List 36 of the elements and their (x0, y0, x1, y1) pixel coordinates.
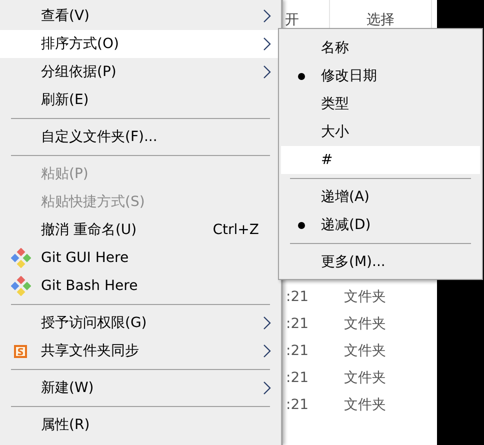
menu-item[interactable]: 新建(W) (0, 374, 281, 402)
menu-item[interactable]: 查看(V) (0, 2, 281, 30)
menu-item[interactable]: 类型 (281, 90, 480, 118)
menu-item[interactable]: Git Bash Here (0, 272, 281, 300)
modified-time-cell-text: :21 (285, 396, 310, 412)
menu-item[interactable]: 大小 (281, 118, 480, 146)
menu-item[interactable]: 递增(A) (281, 183, 480, 211)
menu-item[interactable]: 自定义文件夹(F)... (0, 123, 281, 151)
menu-item[interactable]: 递减(D) (281, 211, 480, 239)
type-cell: 文件夹 (344, 288, 386, 306)
menu-item[interactable]: 排序方式(O) (0, 30, 281, 58)
modified-time-cell-text: :21 (285, 370, 310, 386)
type-cell: 文件夹 (344, 368, 386, 386)
modified-time-cell-text: :21 (285, 316, 310, 332)
menu-item[interactable]: 刷新(E) (0, 86, 281, 114)
column-header[interactable]: 开 (285, 11, 299, 29)
type-cell: 文件夹 (344, 314, 386, 332)
git-diamond-icon (10, 248, 30, 268)
menu-item[interactable]: Git GUI Here (0, 244, 281, 272)
column-header[interactable]: 选择 (366, 11, 394, 29)
modified-time-cell-text: :21 (285, 342, 310, 358)
modified-time-cell-text: :21 (285, 288, 310, 304)
menu-item[interactable]: 授予访问权限(G) (0, 309, 281, 337)
type-cell: 文件夹 (344, 396, 386, 414)
sync-folder-icon (14, 344, 27, 358)
menu-item[interactable]: 更多(M)... (281, 248, 480, 276)
menu-item[interactable]: 分组依据(P) (0, 58, 281, 86)
menu-item[interactable]: 属性(R) (0, 411, 281, 439)
git-diamond-icon (10, 276, 30, 296)
menu-item[interactable]: 名称 (281, 34, 480, 62)
shortcut-label: Ctrl+Z (212, 222, 259, 238)
menu-item[interactable]: 修改日期 (281, 62, 480, 90)
menu-item[interactable]: 共享文件夹同步 (0, 337, 281, 365)
menu-item[interactable]: # (281, 146, 480, 174)
type-cell: 文件夹 (344, 342, 386, 360)
menu-item[interactable]: 撤消 重命名(U) Ctrl+Z (0, 216, 281, 244)
